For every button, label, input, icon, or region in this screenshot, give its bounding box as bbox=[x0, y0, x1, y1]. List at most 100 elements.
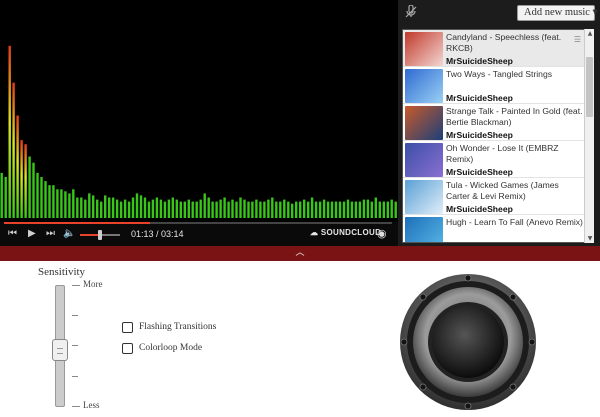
flashing-transitions-label: Flashing Transitions bbox=[139, 322, 217, 332]
tick-less bbox=[72, 406, 80, 407]
spectrum-bar bbox=[100, 201, 103, 218]
volume-slider[interactable] bbox=[80, 230, 120, 240]
spectrum-bar bbox=[84, 199, 87, 218]
spectrum-bar bbox=[346, 199, 350, 218]
spectrum-bar bbox=[16, 115, 19, 218]
volume-icon[interactable]: 🔈 bbox=[63, 228, 75, 240]
spectrum-bar bbox=[155, 197, 159, 218]
colorloop-mode-checkbox[interactable] bbox=[122, 343, 133, 354]
spectrum-bar bbox=[227, 201, 230, 218]
spectrum-bar bbox=[247, 201, 250, 218]
track-title: Candyland - Speechless (feat. RKCB) bbox=[446, 32, 562, 53]
playlist-item[interactable]: Candyland - Speechless (feat. RKCB) MrSui… bbox=[403, 30, 585, 67]
spectrum-bar bbox=[334, 201, 338, 218]
spectrum-bar bbox=[223, 197, 226, 218]
spectrum-bar bbox=[235, 201, 238, 218]
tick-mark bbox=[72, 315, 78, 316]
playlist-scrollbar[interactable]: ▲ ▼ bbox=[584, 29, 594, 243]
spectrum-bar bbox=[8, 45, 11, 218]
previous-icon[interactable]: ⏮ bbox=[8, 228, 17, 240]
track-title: Tula - Wicked Games (James Carter & Levi… bbox=[446, 180, 559, 201]
seek-bar[interactable] bbox=[4, 222, 392, 224]
spectrum-bar bbox=[366, 199, 370, 218]
spectrum-bar bbox=[183, 201, 186, 218]
spectrum-bar bbox=[44, 181, 47, 218]
flashing-transitions-checkbox[interactable] bbox=[122, 322, 133, 333]
spectrum-bar bbox=[215, 201, 218, 218]
play-icon[interactable]: ▶ bbox=[28, 228, 36, 240]
spectrum-bar bbox=[80, 197, 83, 218]
spectrum-bar bbox=[60, 189, 63, 218]
soundcloud-logo[interactable]: ☁ SOUNDCLOUD bbox=[310, 228, 381, 237]
playlist-item[interactable]: Two Ways - Tangled Strings MrSuicideSheep bbox=[403, 67, 585, 104]
scroll-up-icon[interactable]: ▲ bbox=[586, 30, 594, 37]
spectrum-bar bbox=[279, 201, 282, 218]
playlist-item[interactable]: Hugh - Learn To Fall (Anevo Remix) bbox=[403, 215, 585, 242]
tick-mark bbox=[72, 345, 78, 346]
track-artist: MrSuicideSheep bbox=[446, 130, 513, 140]
volume-knob[interactable] bbox=[98, 230, 102, 240]
eye-icon[interactable]: ◉ bbox=[377, 227, 387, 240]
spectrum-visualizer bbox=[0, 0, 398, 226]
sensitivity-title: Sensitivity bbox=[38, 266, 86, 278]
playlist: Candyland - Speechless (feat. RKCB) MrSui… bbox=[402, 29, 594, 243]
spectrum-bar bbox=[159, 199, 163, 218]
spectrum-bar bbox=[259, 201, 262, 218]
scroll-down-icon[interactable]: ▼ bbox=[586, 235, 594, 242]
spectrum-bar bbox=[350, 201, 354, 218]
less-label: Less bbox=[83, 400, 100, 410]
playlist-item[interactable]: Tula - Wicked Games (James Carter & Levi… bbox=[403, 178, 585, 215]
spectrum-bar bbox=[127, 201, 131, 218]
spectrum-bar bbox=[52, 185, 55, 218]
spectrum-bar bbox=[358, 201, 362, 218]
sensitivity-slider-handle[interactable] bbox=[52, 339, 68, 361]
spectrum-bar bbox=[390, 199, 393, 218]
spectrum-bar bbox=[151, 199, 155, 218]
track-thumbnail bbox=[405, 143, 443, 177]
player-controls: ⏮ ▶ ⏭ 🔈 01:13 / 03:14 ☁ SOUNDCLOUD ◉ bbox=[0, 222, 398, 246]
spectrum-bar bbox=[207, 197, 210, 218]
soundcloud-label: SOUNDCLOUD bbox=[320, 228, 382, 237]
spectrum-bar bbox=[104, 195, 107, 218]
spectrum-bar bbox=[318, 201, 322, 218]
spectrum-bar bbox=[171, 197, 174, 218]
playlist-item[interactable]: Oh Wonder - Lose It (EMBRZ Remix) MrSuici… bbox=[403, 141, 585, 178]
spectrum-bar bbox=[72, 189, 75, 218]
spectrum-bar bbox=[20, 140, 23, 218]
playlist-item[interactable]: Strange Talk - Painted In Gold (feat. Be… bbox=[403, 104, 585, 141]
spectrum-bar bbox=[330, 201, 334, 218]
track-title: Strange Talk - Painted In Gold (feat. Be… bbox=[446, 106, 583, 127]
spectrum-bar bbox=[310, 197, 314, 218]
collapse-toggle[interactable]: ︿ bbox=[0, 246, 600, 261]
spectrum-bar bbox=[267, 199, 270, 218]
spectrum-bar bbox=[239, 197, 242, 218]
spectrum-bar bbox=[0, 172, 3, 218]
spectrum-bar bbox=[386, 201, 389, 218]
spectrum-bar bbox=[92, 195, 95, 218]
spectrum-bar bbox=[139, 195, 143, 218]
add-new-music-button[interactable]: Add new music ▾ bbox=[517, 5, 598, 21]
spectrum-bar bbox=[163, 201, 167, 218]
track-title: Two Ways - Tangled Strings bbox=[446, 69, 553, 79]
next-icon[interactable]: ⏭ bbox=[46, 228, 55, 240]
spectrum-bar bbox=[275, 201, 278, 218]
spectrum-bar bbox=[263, 201, 266, 218]
spectrum-bar bbox=[394, 201, 397, 218]
spectrum-bar bbox=[48, 185, 51, 218]
mute-icon[interactable] bbox=[404, 4, 418, 19]
spectrum-bar bbox=[4, 177, 7, 218]
spectrum-bar bbox=[243, 199, 246, 218]
track-artist: MrSuicideSheep bbox=[446, 56, 513, 66]
spectrum-bar bbox=[68, 193, 71, 218]
spectrum-bar bbox=[36, 172, 39, 218]
track-menu-icon[interactable]: ☰ bbox=[574, 35, 581, 44]
spectrum-bar bbox=[211, 201, 214, 218]
spectrum-bar bbox=[374, 197, 377, 218]
spectrum-bar bbox=[199, 199, 202, 218]
spectrum-bar bbox=[96, 199, 99, 218]
track-thumbnail bbox=[405, 32, 443, 66]
scrollbar-thumb[interactable] bbox=[586, 57, 593, 117]
spectrum-bar bbox=[255, 199, 258, 218]
spectrum-bar bbox=[167, 199, 171, 218]
spectrum-bar bbox=[179, 201, 182, 218]
